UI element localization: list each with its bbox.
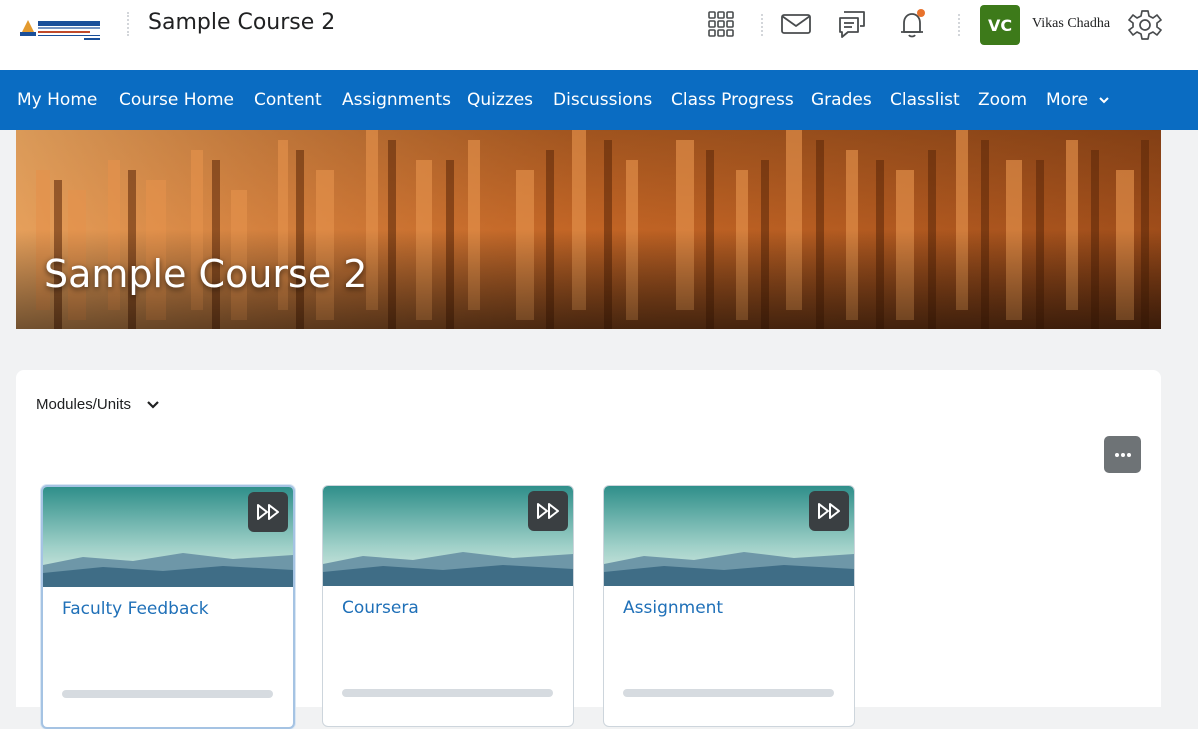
divider [127,12,129,36]
module-card-title[interactable]: Assignment [623,598,723,618]
banner-title: Sample Course 2 [44,252,368,296]
nav-content[interactable]: Content [254,90,322,110]
bell-icon[interactable] [896,8,928,40]
avatar[interactable]: VC [980,5,1020,45]
university-logo[interactable] [18,12,104,46]
modules-dropdown[interactable]: Modules/Units [36,396,161,413]
nav-more[interactable]: More [1046,90,1110,110]
chat-icon[interactable] [836,8,868,40]
top-bar: Sample Course 2 VC Vikas Chadha [0,0,1198,70]
page-title[interactable]: Sample Course 2 [148,10,335,35]
start-module-button[interactable] [248,492,288,532]
module-card-faculty-feedback[interactable]: Faculty Feedback [41,485,295,729]
start-module-button[interactable] [528,491,568,531]
mail-icon[interactable] [780,8,812,40]
ellipsis-icon [1114,452,1131,457]
fast-forward-icon [257,504,279,520]
nav-discussions[interactable]: Discussions [553,90,652,110]
modules-dropdown-label: Modules/Units [36,396,132,413]
app-grid-icon[interactable] [705,8,737,40]
nav-assignments[interactable]: Assignments [342,90,451,110]
module-card-assignment[interactable]: Assignment [603,485,855,727]
chevron-down-icon [147,400,159,409]
module-card-title[interactable]: Coursera [342,598,419,618]
progress-bar [62,690,273,698]
module-card-title[interactable]: Faculty Feedback [62,599,209,619]
module-card-coursera[interactable]: Coursera [322,485,574,727]
fast-forward-icon [818,503,840,519]
course-banner: Sample Course 2 [16,130,1161,329]
nav-class-progress[interactable]: Class Progress [671,90,794,110]
nav-quizzes[interactable]: Quizzes [467,90,533,110]
nav-more-label: More [1046,90,1089,110]
fast-forward-icon [537,503,559,519]
chevron-down-icon [1098,97,1109,104]
divider [958,14,960,36]
nav-zoom[interactable]: Zoom [978,90,1027,110]
gear-icon[interactable] [1127,7,1163,43]
modules-panel: Modules/Units Faculty Feedback Coursera … [16,370,1161,729]
progress-bar [342,689,553,697]
progress-bar [623,689,834,697]
nav-course-home[interactable]: Course Home [119,90,234,110]
nav-classlist[interactable]: Classlist [890,90,960,110]
canyon-banner-image [16,130,1161,329]
nav-grades[interactable]: Grades [811,90,872,110]
nav-my-home[interactable]: My Home [17,90,97,110]
start-module-button[interactable] [809,491,849,531]
user-name[interactable]: Vikas Chadha [1032,16,1110,32]
course-navbar: My Home Course Home Content Assignments … [0,70,1198,130]
more-options-button[interactable] [1104,436,1141,473]
divider [761,14,763,36]
